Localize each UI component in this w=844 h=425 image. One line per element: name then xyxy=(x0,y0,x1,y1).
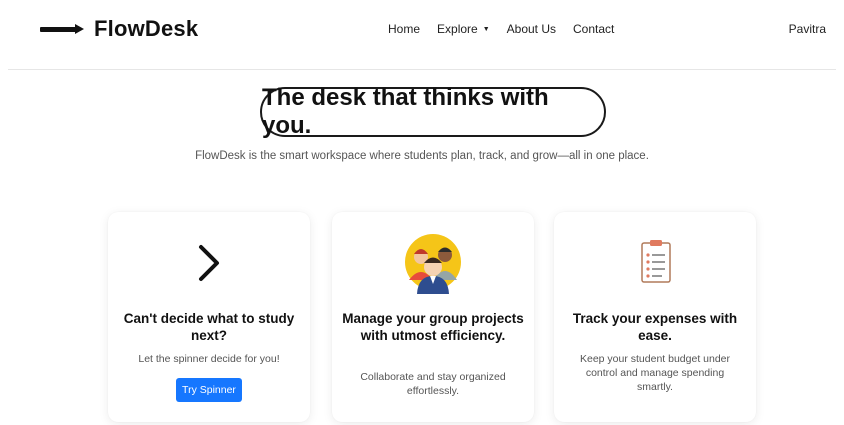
feature-card-group: Manage your group projects with utmost e… xyxy=(332,212,534,422)
brand-logo[interactable]: FlowDesk xyxy=(40,16,198,42)
feature-card-spinner: Can't decide what to study next? Let the… xyxy=(108,212,310,422)
brand-name: FlowDesk xyxy=(94,16,199,41)
pen-logo-icon xyxy=(40,19,86,39)
navbar: FlowDesk Home Explore ▼ About Us Contact… xyxy=(0,0,844,62)
nav-explore-dropdown[interactable]: Explore ▼ xyxy=(437,22,490,36)
card-title: Track your expenses with ease. xyxy=(572,311,738,343)
card-description: Collaborate and stay organized effortles… xyxy=(360,371,506,397)
card-description: Keep your student budget under control a… xyxy=(579,353,731,393)
card-title: Manage your group projects with utmost e… xyxy=(342,311,524,343)
card-title: Can't decide what to study next? xyxy=(123,311,295,343)
hero-subtitle: FlowDesk is the smart workspace where st… xyxy=(195,150,649,162)
feature-card-expenses: Track your expenses with ease. Keep your… xyxy=(554,212,756,422)
try-spinner-button[interactable]: Try Spinner xyxy=(176,378,242,402)
hero-title: The desk that thinks with you. xyxy=(260,84,606,139)
header-divider xyxy=(8,69,836,70)
nav-about-link[interactable]: About Us xyxy=(507,22,556,36)
main-nav: Home Explore ▼ About Us Contact xyxy=(388,22,631,36)
nav-contact-link[interactable]: Contact xyxy=(573,22,614,36)
nav-explore-label: Explore xyxy=(437,22,478,36)
card-description: Let the spinner decide for you! xyxy=(138,353,280,365)
clipboard-checklist-icon xyxy=(641,240,671,283)
caret-down-icon: ▼ xyxy=(482,25,490,33)
chevron-right-icon xyxy=(199,245,219,281)
user-name[interactable]: Pavitra xyxy=(789,22,826,36)
nav-home-link[interactable]: Home xyxy=(388,22,420,36)
group-people-icon xyxy=(405,234,461,294)
